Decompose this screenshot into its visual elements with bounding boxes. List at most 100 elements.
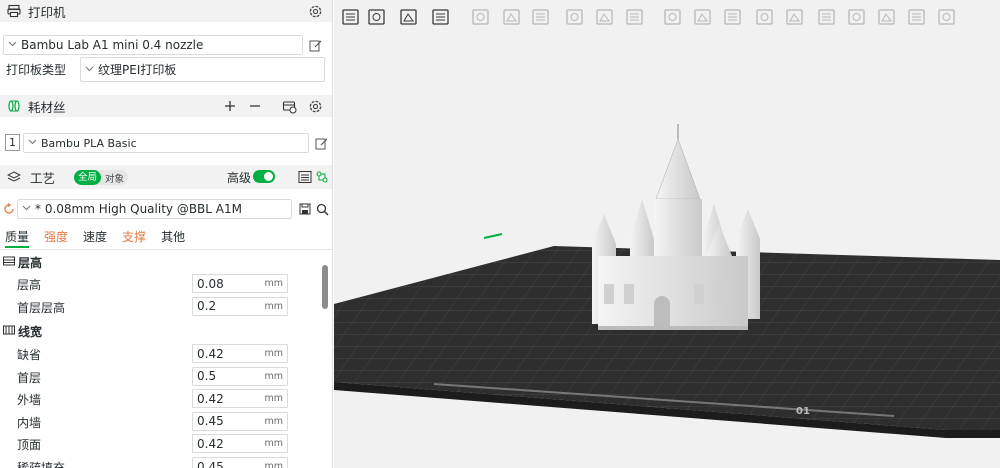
- measure-icon[interactable]: [874, 4, 900, 30]
- param-unit: mm: [264, 461, 283, 468]
- printer-settings-gear-icon[interactable]: [306, 2, 324, 20]
- compare-presets-icon[interactable]: [313, 168, 331, 186]
- scope-object-button[interactable]: 对象: [101, 171, 128, 185]
- scope-global-button[interactable]: 全局: [74, 170, 102, 185]
- param-label: 外墙: [17, 393, 42, 408]
- filament-spool-icon: [6, 98, 22, 114]
- fit-view-icon[interactable]: [934, 4, 960, 30]
- process-preset-select[interactable]: * 0.08mm High Quality @BBL A1M: [17, 199, 292, 219]
- param-label: 稀疏填充: [17, 461, 66, 468]
- lay-on-face-icon[interactable]: [660, 4, 686, 30]
- tab-0[interactable]: 质量: [5, 228, 30, 248]
- param-value: 0.2: [197, 299, 217, 314]
- seam-paint-icon[interactable]: [782, 4, 808, 30]
- param-label: 内墙: [17, 415, 42, 430]
- param-unit: mm: [264, 415, 283, 427]
- 3d-viewport[interactable]: 01: [334, 0, 1000, 468]
- param-input[interactable]: 0.45 mm: [192, 457, 288, 468]
- scope-switch[interactable]: 全局 对象: [74, 170, 129, 185]
- plate-type-select[interactable]: 纹理PEI打印板: [80, 57, 325, 82]
- support-paint-icon[interactable]: [752, 4, 778, 30]
- param-input[interactable]: 0.5 mm: [192, 366, 288, 386]
- process-preset-name: * 0.08mm High Quality @BBL A1M: [35, 202, 242, 216]
- rotate-icon[interactable]: [592, 4, 618, 30]
- line-width-section-header: 线宽: [3, 323, 42, 340]
- list-view-icon[interactable]: [296, 168, 314, 186]
- auto-orient-icon[interactable]: [396, 4, 422, 30]
- sync-filament-icon[interactable]: [280, 97, 298, 115]
- viewport-toolbar: [334, 0, 1000, 34]
- param-value: 0.08: [197, 276, 224, 291]
- edit-printer-icon[interactable]: [306, 36, 324, 54]
- search-icon[interactable]: [313, 200, 331, 218]
- tab-3[interactable]: 支撑: [122, 228, 146, 248]
- assembly-icon[interactable]: [904, 4, 930, 30]
- printer-select[interactable]: Bambu Lab A1 mini 0.4 nozzle: [3, 35, 303, 55]
- advanced-label: 高级: [227, 171, 252, 185]
- param-value: 0.42: [197, 436, 224, 451]
- param-value: 0.42: [197, 391, 224, 406]
- add-plate-icon[interactable]: [364, 4, 390, 30]
- chevron-down-icon: [22, 204, 32, 214]
- filament-slot-number[interactable]: 1: [5, 134, 20, 151]
- filament-select[interactable]: Bambu PLA Basic: [23, 133, 309, 153]
- param-value: 0.42: [197, 346, 224, 361]
- plate-type-value: 纹理PEI打印板: [98, 63, 177, 77]
- param-input[interactable]: 0.45 mm: [192, 411, 288, 431]
- layers-icon[interactable]: [528, 4, 554, 30]
- color-paint-icon[interactable]: [844, 4, 870, 30]
- 3d-scene[interactable]: 01: [334, 34, 1000, 468]
- param-input[interactable]: 0.42 mm: [192, 434, 288, 454]
- chevron-down-icon: [8, 40, 18, 50]
- arrange-icon[interactable]: [428, 4, 454, 30]
- param-value: 0.5: [197, 369, 217, 384]
- plate-number: 01: [796, 406, 810, 417]
- param-label: 首层: [17, 370, 42, 385]
- param-label: 首层层高: [17, 300, 66, 315]
- param-input[interactable]: 0.08 mm: [192, 274, 288, 293]
- remove-filament-icon[interactable]: [246, 97, 264, 115]
- scale-icon[interactable]: [622, 4, 648, 30]
- text-emboss-icon[interactable]: [814, 4, 840, 30]
- divider: [0, 249, 332, 250]
- reset-preset-icon[interactable]: [0, 200, 18, 218]
- settings-scrollbar[interactable]: [322, 265, 328, 309]
- save-preset-icon[interactable]: [296, 200, 314, 218]
- cut-icon[interactable]: [690, 4, 716, 30]
- chevron-down-icon: [85, 65, 95, 75]
- split-parts-icon[interactable]: [499, 4, 525, 30]
- printer-name: Bambu Lab A1 mini 0.4 nozzle: [21, 38, 204, 52]
- param-label: 层高: [17, 278, 42, 292]
- filament-name: Bambu PLA Basic: [41, 136, 137, 150]
- settings-panel: 打印机 Bambu Lab A1 mini 0.4 nozzle 打印板类型 纹…: [0, 0, 333, 468]
- edit-filament-icon[interactable]: [312, 134, 330, 152]
- move-icon[interactable]: [562, 4, 588, 30]
- tab-2[interactable]: 速度: [83, 228, 107, 248]
- chevron-down-icon: [28, 138, 38, 148]
- tab-4[interactable]: 其他: [161, 228, 185, 248]
- param-input[interactable]: 0.42 mm: [192, 344, 288, 363]
- tab-1[interactable]: 强度: [44, 228, 68, 248]
- split-objects-icon[interactable]: [468, 4, 494, 30]
- filament-section-title: 耗材丝: [28, 99, 66, 115]
- param-label: 缺省: [17, 348, 42, 362]
- filament-settings-gear-icon[interactable]: [306, 97, 324, 115]
- plate-origin-mark: [483, 233, 503, 239]
- printer-section-header: 打印机: [0, 0, 332, 22]
- param-input[interactable]: 0.2 mm: [192, 296, 288, 316]
- param-value: 0.45: [197, 459, 224, 468]
- process-layers-icon: [6, 169, 22, 185]
- add-object-icon[interactable]: [338, 4, 364, 30]
- line-width-icon: [3, 324, 15, 339]
- mesh-boolean-icon[interactable]: [720, 4, 746, 30]
- param-unit: mm: [264, 300, 283, 312]
- param-unit: mm: [264, 370, 283, 382]
- param-unit: mm: [264, 278, 283, 289]
- layer-height-section-title: 层高: [18, 256, 43, 270]
- printer-section-title: 打印机: [28, 4, 66, 20]
- param-input[interactable]: 0.42 mm: [192, 389, 288, 409]
- printer-icon: [6, 3, 22, 19]
- castle-model[interactable]: [592, 124, 760, 330]
- add-filament-icon[interactable]: [221, 97, 239, 115]
- advanced-toggle[interactable]: [253, 170, 275, 183]
